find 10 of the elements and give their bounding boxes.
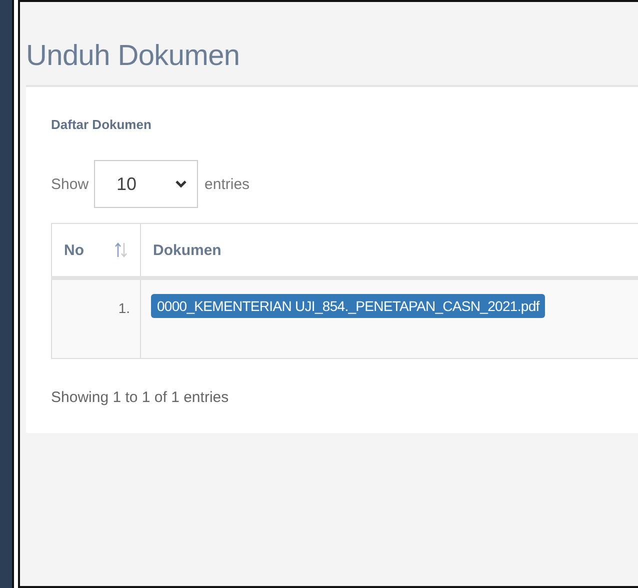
row-number: 1. xyxy=(52,278,140,358)
entries-label: entries xyxy=(204,176,250,192)
sort-icon xyxy=(114,242,128,258)
entries-select[interactable]: 10 xyxy=(94,160,198,208)
page-title: Unduh Dokumen xyxy=(26,40,241,73)
file-link[interactable]: 0000_KEMENTERIAN UJI_854._PENETAPAN_CASN_2021.pdf xyxy=(151,294,546,318)
chevron-down-icon xyxy=(174,180,187,188)
box-title: Daftar Dokumen xyxy=(51,116,152,132)
table-info: Showing 1 to 1 of 1 entries xyxy=(51,389,230,406)
show-label: Show xyxy=(51,176,89,192)
